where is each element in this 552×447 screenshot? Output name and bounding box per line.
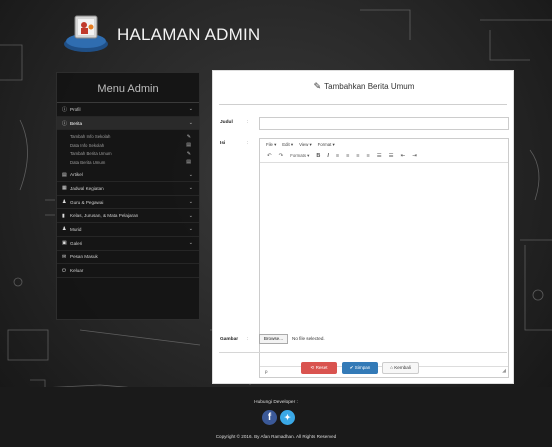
colon: :: [247, 120, 249, 125]
align-center-icon[interactable]: ≡: [346, 153, 349, 159]
chevron-down-icon: ⌄: [188, 212, 193, 219]
check-icon: ✔: [349, 365, 354, 370]
sidebar-item-label: Kelas, Jurusan, & Mata Pelajaran: [70, 213, 139, 219]
sidebar-item-profil[interactable]: ⓘ Profil ⌄: [57, 103, 199, 117]
form-title: ✎ Tambahkan Berita Umum: [213, 81, 515, 92]
submenu-data-berita-umum[interactable]: Data Berita Umum ▤: [57, 158, 199, 167]
sidebar-item-murid[interactable]: ♟ Murid ⌄: [57, 223, 199, 237]
colon: :: [247, 337, 249, 342]
sidebar-item-label: Artikel: [70, 172, 83, 178]
submenu-label: Tambah Berita Umum: [70, 151, 112, 157]
header: HALAMAN ADMIN: [0, 0, 552, 62]
submenu-tambah-info-sekolah[interactable]: Tambah Info Sekolah ✎: [57, 132, 199, 141]
sidebar-item-label: Pesan Masuk: [70, 254, 98, 260]
pencil-icon: ✎: [313, 81, 322, 91]
save-button[interactable]: ✔ Simpan: [342, 362, 378, 374]
rich-text-editor: File ▾ Edit ▾ View ▾ Format ▾ ↶ ↷ Format…: [259, 138, 509, 378]
sidebar-item-pesan-masuk[interactable]: ✉ Pesan Masuk: [57, 251, 199, 265]
table-icon: ▤: [186, 142, 191, 149]
pencil-icon: ✎: [186, 150, 191, 157]
bold-icon[interactable]: B: [316, 153, 320, 159]
sidebar-item-berita[interactable]: ⓘ Berita ⌄: [57, 116, 199, 131]
back-button[interactable]: ⌂ Kembali: [382, 362, 419, 374]
submenu-label: Data Berita Umum: [70, 159, 106, 165]
berita-submenu: Tambah Info Sekolah ✎ Data Info Sekolah …: [57, 130, 199, 168]
resize-handle-icon[interactable]: ◢: [502, 366, 506, 376]
site-title: HALAMAN ADMIN: [117, 25, 261, 44]
editor-menu-edit[interactable]: Edit ▾: [282, 142, 293, 148]
sidebar-item-galeri[interactable]: ▣ Galeri ⌄: [57, 237, 199, 251]
form-panel: ✎ Tambahkan Berita Umum Judul : Isi : Fil…: [212, 70, 514, 384]
divider: [219, 352, 507, 353]
numbered-list-icon[interactable]: ☰: [389, 153, 394, 159]
reset-icon: ⟲: [310, 365, 315, 370]
sidebar-item-kelas-jurusan[interactable]: ▮ Kelas, Jurusan, & Mata Pelajaran ⌄: [57, 209, 199, 224]
chevron-down-icon: ⌄: [188, 106, 193, 113]
chevron-down-icon: ⌄: [188, 171, 193, 178]
redo-icon[interactable]: ↷: [279, 153, 284, 159]
chevron-down-icon: ⌄: [188, 199, 193, 206]
contact-label: Hubungi Developer :: [254, 400, 298, 405]
undo-icon[interactable]: ↶: [267, 153, 272, 159]
isi-label: Isi: [220, 141, 226, 146]
sidebar-item-keluar[interactable]: ⏻ Keluar: [57, 264, 199, 278]
twitter-icon[interactable]: ✦: [280, 410, 295, 425]
gambar-label: Gambar: [220, 337, 239, 342]
browse-button[interactable]: Browse...: [259, 334, 288, 344]
bullet-list-icon[interactable]: ☰: [377, 153, 382, 159]
admin-logo-icon: [64, 15, 108, 52]
outdent-icon[interactable]: ⇤: [401, 153, 406, 159]
menu-title: Menu Admin: [57, 73, 199, 103]
submenu-data-info-sekolah[interactable]: Data Info Sekolah ▤: [57, 141, 199, 150]
italic-icon[interactable]: I: [327, 153, 329, 159]
file-status: No file selected.: [292, 336, 325, 341]
align-left-icon[interactable]: ≡: [336, 153, 339, 159]
chevron-down-icon: ⌄: [188, 240, 193, 247]
reset-button[interactable]: ⟲ Reset: [301, 362, 337, 374]
sidebar-item-label: Keluar: [70, 268, 84, 274]
submenu-label: Data Info Sekolah: [70, 142, 105, 148]
colon: :: [247, 141, 249, 146]
sidebar-item-label: Galeri: [70, 240, 83, 246]
judul-input[interactable]: [259, 117, 509, 130]
sidebar-item-label: Jadwal Kegiatan: [70, 185, 104, 191]
sidebar-item-guru-pegawai[interactable]: ♟ Guru & Pegawai ⌄: [57, 196, 199, 210]
sidebar-item-label: Guru & Pegawai: [70, 199, 104, 205]
divider: [219, 104, 507, 105]
indent-icon[interactable]: ⇥: [412, 153, 417, 159]
editor-path: p: [265, 369, 268, 374]
sidebar-item-artikel[interactable]: ▤ Artikel ⌄: [57, 168, 199, 183]
submenu-tambah-berita-umum[interactable]: Tambah Berita Umum ✎: [57, 149, 199, 158]
chevron-down-icon: ⌄: [188, 120, 193, 127]
pencil-icon: ✎: [186, 133, 191, 140]
footer: Hubungi Developer : f ✦ Copyright © 2016…: [0, 387, 552, 447]
editor-menu-file[interactable]: File ▾: [266, 142, 276, 148]
editor-menu-view[interactable]: View ▾: [299, 142, 312, 148]
form-title-text: Tambahkan Berita Umum: [324, 82, 415, 91]
align-right-icon[interactable]: ≡: [356, 153, 359, 159]
editor-menu-format[interactable]: Format ▾: [318, 142, 335, 148]
chevron-down-icon: ⌄: [188, 226, 193, 233]
align-justify-icon[interactable]: ≡: [367, 153, 370, 159]
judul-label: Judul: [220, 120, 233, 125]
sidebar-item-label: Berita: [70, 120, 83, 126]
editor-menubar: File ▾ Edit ▾ View ▾ Format ▾: [260, 139, 508, 150]
copyright: Copyright © 2016. By Afan Ramadhan. All …: [215, 434, 337, 439]
sidebar-menu: Menu Admin ⓘ Profil ⌄ ⓘ Berita ⌄ Tambah …: [56, 72, 200, 320]
editor-toolbar: ↶ ↷ Formats ▾ B I ≡ ≡ ≡ ≡ ☰ ☰ ⇤ ⇥: [260, 150, 508, 163]
sidebar-item-label: Murid: [70, 226, 82, 232]
facebook-icon[interactable]: f: [262, 410, 277, 425]
home-icon: ⌂: [390, 365, 393, 370]
table-icon: ▤: [186, 159, 191, 166]
sidebar-item-label: Profil: [70, 106, 81, 112]
submenu-label: Tambah Info Sekolah: [70, 134, 111, 140]
sidebar-item-jadwal-kegiatan[interactable]: ▦ Jadwal Kegiatan ⌄: [57, 182, 199, 196]
formats-dropdown[interactable]: Formats ▾: [290, 153, 309, 159]
chevron-down-icon: ⌄: [188, 185, 193, 192]
